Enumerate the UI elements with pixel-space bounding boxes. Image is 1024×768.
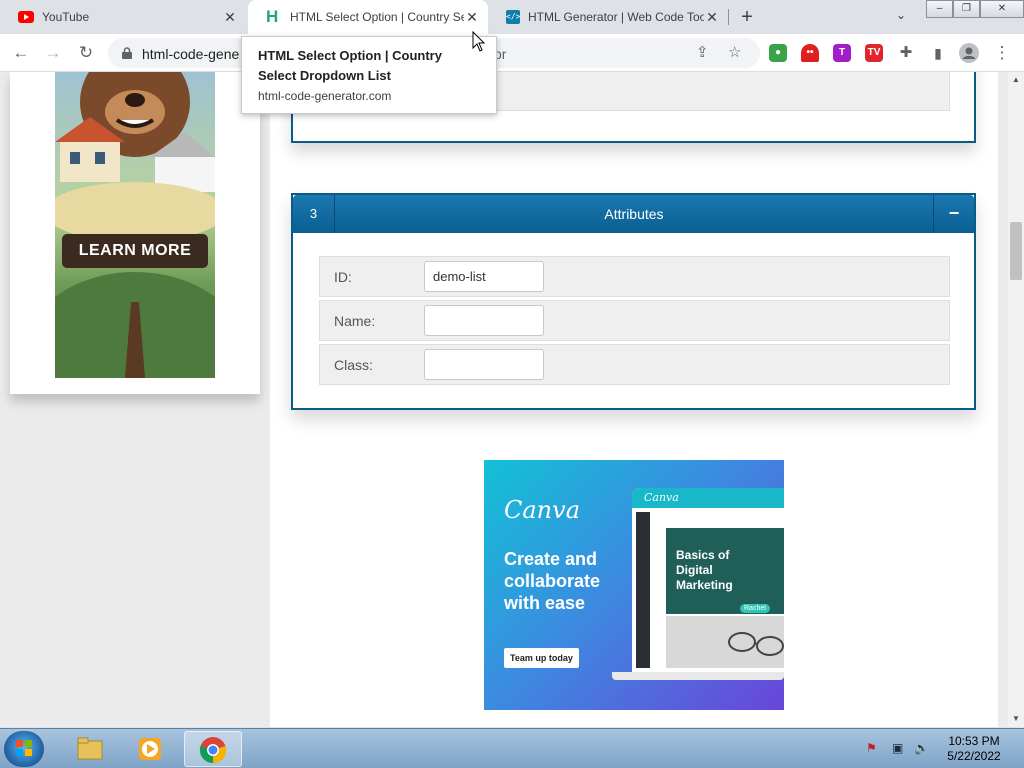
name-label: Name:: [334, 313, 376, 329]
youtube-icon: [18, 11, 34, 23]
restore-button[interactable]: ❐: [953, 0, 980, 18]
id-input[interactable]: [424, 261, 544, 292]
share-icon[interactable]: ⇪: [696, 43, 709, 61]
profile-avatar-icon[interactable]: [957, 41, 981, 65]
laptop-base: [612, 672, 784, 680]
attributes-panel: 3 Attributes − ID: Name: Class:: [291, 193, 976, 410]
glasses-icon: [728, 632, 784, 656]
clock-time: 10:53 PM: [948, 734, 1000, 748]
laptop-mini-logo: Canva: [644, 491, 679, 504]
taskbar-file-explorer[interactable]: [62, 731, 120, 767]
attributes-panel-header[interactable]: 3 Attributes −: [293, 195, 974, 233]
extensions-puzzle-icon[interactable]: ✚: [894, 41, 918, 65]
extension-frog-icon[interactable]: ●: [769, 44, 787, 62]
name-input[interactable]: [424, 305, 544, 336]
back-arrow-icon[interactable]: ←: [9, 41, 33, 65]
clock-date: 5/22/2022: [947, 749, 1001, 763]
collapse-minus-icon[interactable]: −: [933, 195, 974, 233]
new-tab-button[interactable]: +: [736, 6, 758, 28]
tab-title: HTML Generator | Web Code Too: [528, 10, 704, 24]
tab-separator: [728, 9, 729, 25]
canva-headline: Create and collaborate with ease: [504, 549, 601, 613]
mouse-cursor-icon: [472, 31, 486, 52]
tab-title: YouTube: [42, 10, 90, 24]
learn-more-button[interactable]: LEARN MORE: [62, 234, 208, 268]
volume-icon[interactable]: 🔈: [914, 741, 929, 755]
menu-kebab-icon[interactable]: ⋮: [990, 41, 1014, 65]
taskbar-chrome[interactable]: [184, 731, 242, 767]
scroll-up-arrow-icon[interactable]: ▲: [1008, 72, 1024, 88]
panel-step-number: 3: [293, 195, 335, 233]
attribute-row-name: Name:: [319, 300, 950, 341]
chrome-icon: [199, 737, 227, 764]
start-button[interactable]: [4, 731, 44, 767]
windows-taskbar: ⚑ ▣ 🔈 10:53 PM 5/22/2022: [0, 728, 1024, 768]
html-code-generator-icon: H: [266, 7, 279, 26]
panel-title: Attributes: [604, 206, 664, 222]
id-label: ID:: [334, 269, 352, 285]
tab-strip: YouTube ✕ H HTML Select Option | Country…: [0, 0, 1024, 34]
canva-ad-banner[interactable]: Canva Create and collaborate with ease T…: [484, 460, 784, 710]
tab-hover-card: HTML Select Option | Country Select Drop…: [241, 36, 497, 114]
code-icon: </>: [506, 10, 520, 24]
scrollbar-thumb[interactable]: [1010, 222, 1022, 280]
close-tab-icon[interactable]: ✕: [464, 9, 480, 26]
extension-tv-icon[interactable]: TV: [865, 44, 883, 62]
rachel-tag: Rachel: [740, 604, 770, 613]
network-icon[interactable]: ▣: [892, 741, 903, 755]
class-input[interactable]: [424, 349, 544, 380]
window-controls: – ❐ ✕: [926, 0, 1024, 18]
canva-logo: Canva: [504, 496, 580, 524]
close-tab-icon[interactable]: ✕: [222, 9, 238, 26]
system-clock[interactable]: 10:53 PM 5/22/2022: [938, 734, 1010, 764]
hover-card-url: html-code-generator.com: [258, 89, 392, 103]
scroll-down-arrow-icon[interactable]: ▼: [1008, 711, 1024, 727]
tab-html-generator[interactable]: </> HTML Generator | Web Code Too ✕: [488, 0, 728, 34]
page-viewport: LEARN MORE 3 Attributes − ID: Name: Clas…: [0, 72, 1008, 727]
close-window-button[interactable]: ✕: [980, 0, 1024, 18]
bear-illustration: [55, 72, 215, 378]
tab-html-select-option[interactable]: H HTML Select Option | Country Se ✕: [248, 0, 488, 34]
lock-icon: [122, 47, 132, 59]
bookmark-star-icon[interactable]: ☆: [728, 43, 741, 61]
side-panel-icon[interactable]: ▮: [926, 41, 950, 65]
laptop-card-text: Basics of Digital Marketing: [676, 548, 733, 592]
windows-logo-icon: [16, 740, 32, 756]
action-center-flag-icon[interactable]: ⚑: [866, 741, 877, 755]
hover-card-title: HTML Select Option | Country Select Drop…: [258, 48, 442, 83]
team-up-today-button[interactable]: Team up today: [504, 648, 579, 668]
sidebar-ad-card: LEARN MORE: [10, 72, 260, 394]
folder-icon: [77, 737, 103, 760]
media-player-icon: [139, 738, 161, 760]
attribute-row-class: Class:: [319, 344, 950, 385]
laptop-sidebar: [636, 512, 650, 668]
sidebar-ad[interactable]: LEARN MORE: [55, 72, 215, 378]
glasses-photo: [666, 616, 784, 668]
tab-search-chevron-icon[interactable]: ⌄: [896, 8, 906, 22]
browser-toolbar: ← → ↻ html-code-gene or ⇪ ☆ ● •• T TV ✚ …: [0, 34, 1024, 72]
laptop-card: Basics of Digital Marketing: [666, 528, 784, 614]
forward-arrow-icon[interactable]: →: [41, 41, 65, 65]
vertical-scrollbar[interactable]: [1008, 72, 1024, 727]
taskbar-media-player[interactable]: [122, 731, 180, 767]
class-label: Class:: [334, 357, 373, 373]
extension-tetris-icon[interactable]: T: [833, 44, 851, 62]
laptop-top-bar: Canva: [632, 488, 784, 508]
url-text: html-code-gene: [142, 46, 240, 62]
extension-ghost-icon[interactable]: ••: [801, 44, 819, 62]
tab-title: HTML Select Option | Country Se: [290, 10, 464, 24]
attribute-row-id: ID:: [319, 256, 950, 297]
laptop-illustration: Canva Basics of Digital Marketing Rachel: [632, 488, 784, 672]
minimize-button[interactable]: –: [926, 0, 953, 18]
reload-icon[interactable]: ↻: [74, 41, 98, 65]
close-tab-icon[interactable]: ✕: [704, 9, 720, 26]
tab-youtube[interactable]: YouTube ✕: [0, 0, 246, 34]
main-content: 3 Attributes − ID: Name: Class: Canva Cr…: [270, 72, 998, 727]
